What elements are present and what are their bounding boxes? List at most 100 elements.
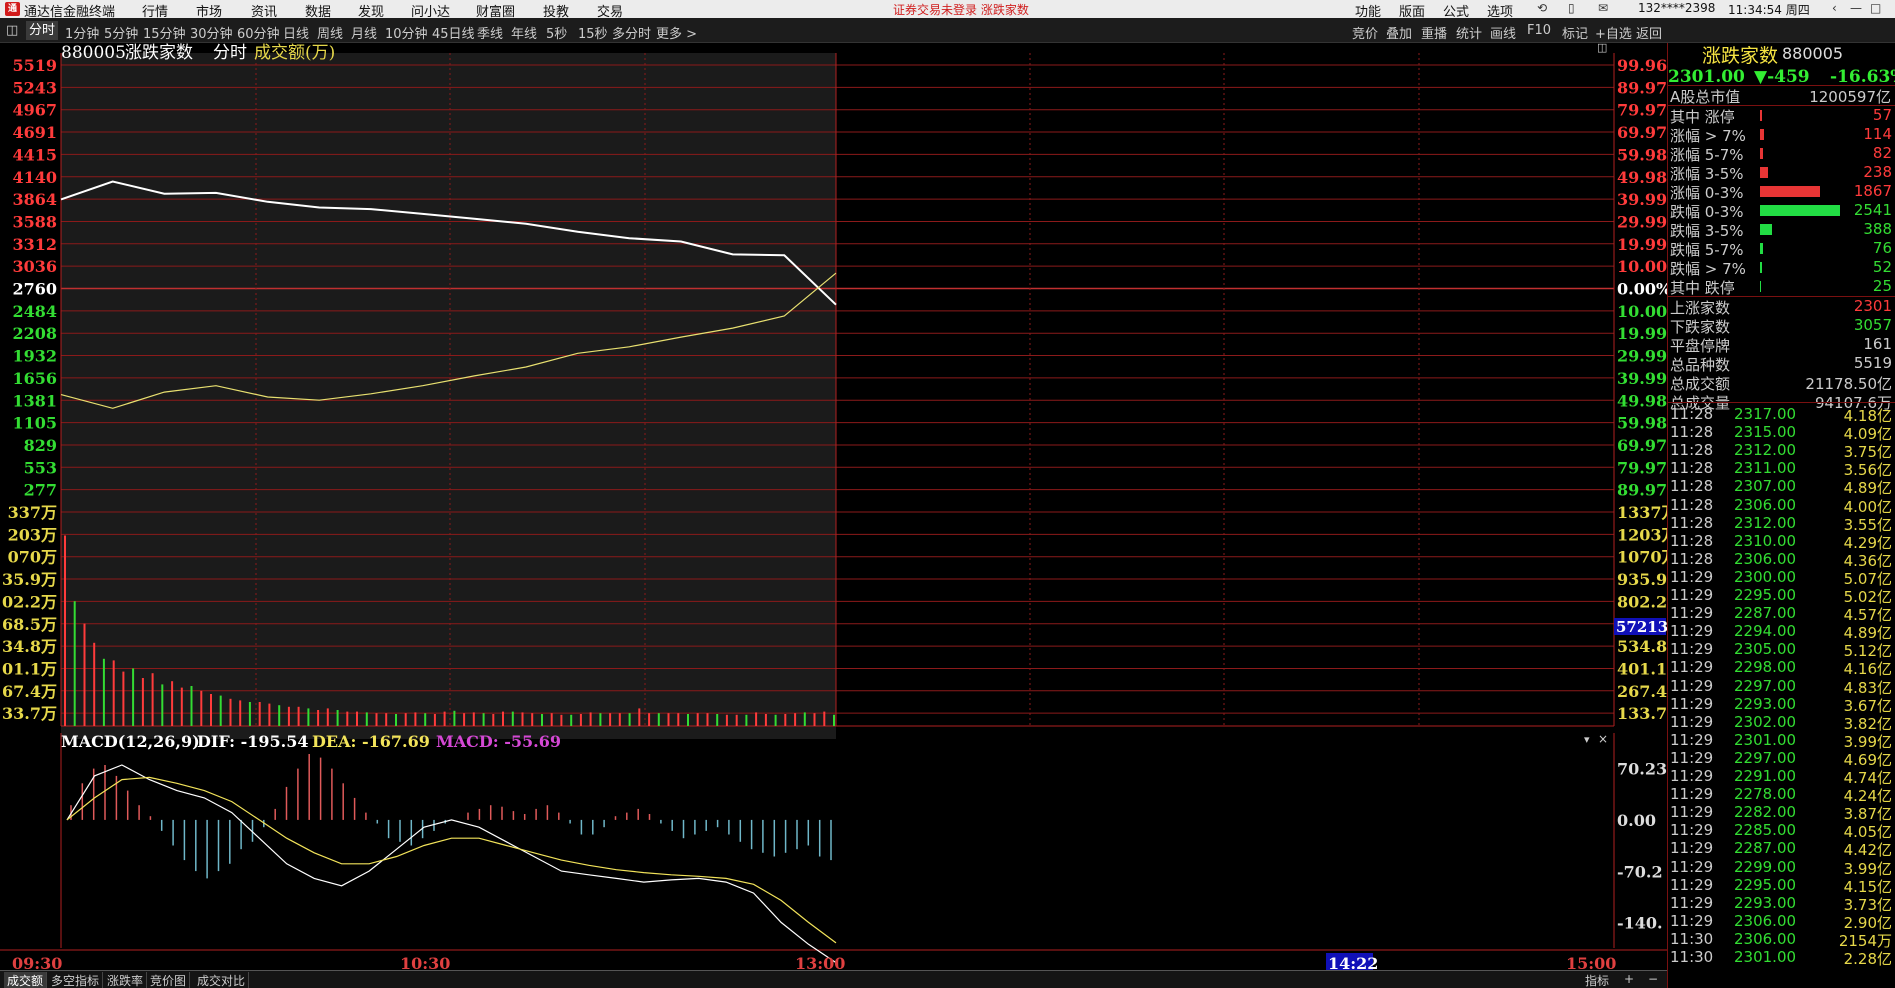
volume-cursor-value: 57213 (1616, 618, 1667, 636)
tick-price: 2297.00 (1734, 676, 1797, 695)
distribution-value: 2541 (1853, 201, 1892, 219)
volume-bar (784, 714, 787, 726)
panel-change: ▼-459 (1754, 67, 1810, 87)
tool-add-watchlist[interactable]: +自选 (1595, 23, 1632, 42)
tick-price: 2307.00 (1734, 477, 1797, 496)
sidebar-toggle-icon[interactable]: ◫ (6, 23, 18, 38)
volume-bar (833, 714, 835, 726)
volume-bar (190, 686, 193, 726)
macd-close-icon[interactable]: × (1598, 732, 1608, 746)
volume-axis-right-label: 534.8 (1617, 637, 1667, 656)
price-axis-left-label: 1932 (12, 347, 57, 366)
volume-bar (112, 660, 115, 726)
period-1min[interactable]: 1分钟 (65, 23, 99, 42)
price-axis-right-label: 59.98 (1617, 414, 1667, 433)
tool-stats[interactable]: 统计 (1456, 23, 1482, 42)
price-axis-left-label: 4140 (12, 168, 57, 187)
volume-bar (482, 713, 485, 726)
tab-auction-chart[interactable]: 竞价图 (147, 972, 191, 988)
tick-row: 11:29 2302.00 3.82亿 (1668, 713, 1895, 733)
period-yearly[interactable]: 年线 (511, 23, 537, 42)
period-daily[interactable]: 日线 (283, 23, 309, 42)
macd-dropdown-icon[interactable]: ▾ (1584, 733, 1590, 746)
period-15min[interactable]: 15分钟 (143, 23, 186, 42)
tool-f10[interactable]: F10 (1527, 23, 1551, 38)
volume-bar (258, 702, 261, 726)
tool-return[interactable]: 返回 (1636, 23, 1662, 42)
period-60min[interactable]: 60分钟 (237, 23, 280, 42)
tick-row: 11:28 2310.00 4.29亿 (1668, 531, 1895, 552)
tab-turnover-compare[interactable]: 成交对比 (194, 972, 250, 988)
refresh-icon[interactable]: ⟲ (1537, 1, 1547, 15)
tick-price: 2310.00 (1734, 531, 1797, 550)
indicator-button[interactable]: 指标 (1585, 972, 1609, 988)
tick-time: 11:28 (1670, 423, 1714, 442)
panel-price: 2301.00 (1668, 67, 1745, 87)
tick-price: 2306.00 (1734, 911, 1797, 930)
tick-price: 2294.00 (1734, 622, 1797, 641)
zoom-out-button[interactable]: − (1648, 972, 1658, 986)
minimize-icon[interactable]: — (1850, 1, 1862, 15)
mail-icon[interactable]: ✉ (1598, 1, 1608, 15)
distribution-row: 涨幅 0-3% 1867 (1668, 182, 1895, 202)
period-monthly[interactable]: 月线 (351, 23, 377, 42)
chart-menu-icon[interactable]: ◫ (1597, 43, 1607, 54)
tick-price: 2293.00 (1734, 893, 1797, 912)
period-45day[interactable]: 45日线 (432, 23, 475, 42)
tick-time: 11:29 (1670, 676, 1714, 695)
intraday-chart[interactable]: 5519 5243 4967 4691 4415 4140 3864 3588 3312 3036… (0, 43, 1667, 988)
period-weekly[interactable]: 周线 (317, 23, 343, 42)
period-15sec[interactable]: 15秒 (578, 23, 608, 42)
period-10min[interactable]: 10分钟 (385, 23, 428, 42)
period-intraday[interactable]: 分时 (26, 21, 59, 40)
tab-turnover[interactable]: 成交额 (4, 972, 48, 988)
volume-bar (706, 713, 709, 726)
period-5sec[interactable]: 5秒 (546, 23, 567, 42)
stats-value: 3057 (1853, 316, 1892, 334)
tick-row: 11:28 2312.00 3.55亿 (1668, 514, 1895, 534)
price-axis-right-label: 10.00 (1617, 257, 1667, 276)
period-30min[interactable]: 30分钟 (190, 23, 233, 42)
volume-bar (472, 712, 475, 726)
phone-icon[interactable]: ▯ (1568, 1, 1575, 15)
tick-row: 11:29 2295.00 4.15亿 (1668, 876, 1895, 896)
period-5min[interactable]: 5分钟 (104, 23, 138, 42)
maximize-icon[interactable]: □ (1870, 1, 1881, 15)
market-cap-label: A股总市值 (1670, 88, 1741, 106)
tick-row: 11:29 2293.00 3.73亿 (1668, 893, 1895, 914)
volume-axis-left-label: 35.9万 (2, 570, 57, 589)
zoom-in-button[interactable]: + (1624, 972, 1634, 986)
tick-price: 2315.00 (1734, 423, 1797, 442)
volume-bar (385, 713, 388, 726)
period-more[interactable]: 更多 > (656, 23, 697, 42)
volume-bar (346, 711, 349, 726)
tick-price: 2297.00 (1734, 748, 1797, 767)
panel-code: 880005 (1782, 44, 1844, 63)
tool-overlay[interactable]: 叠加 (1386, 23, 1412, 42)
volume-bar (395, 714, 397, 726)
tab-up-down-ratio[interactable]: 涨跌率 (104, 972, 148, 988)
distribution-label: 其中 涨停 (1670, 108, 1735, 126)
tick-row: 11:29 2298.00 4.16亿 (1668, 658, 1895, 678)
period-quarterly[interactable]: 季线 (477, 23, 503, 42)
volume-bar (667, 713, 670, 726)
tick-row: 11:28 2312.00 3.75亿 (1668, 441, 1895, 461)
tick-price: 2306.00 (1734, 549, 1797, 568)
tick-time: 11:28 (1670, 495, 1714, 514)
tool-mark[interactable]: 标记 (1562, 23, 1588, 42)
volume-bar (375, 713, 378, 726)
back-icon[interactable]: ‹ (1832, 1, 1837, 15)
volume-bar (628, 713, 631, 726)
tool-auction[interactable]: 竞价 (1352, 23, 1378, 42)
distribution-row: 涨幅 > 7% 114 (1668, 125, 1895, 145)
tick-price: 2306.00 (1734, 495, 1797, 514)
period-multi-intraday[interactable]: 多分时 (612, 23, 651, 42)
volume-axis-left-label: 203万 (8, 525, 57, 544)
volume-bar (93, 642, 96, 726)
tool-replay[interactable]: 重播 (1421, 23, 1447, 42)
volume-axis-left-label: 67.4万 (2, 682, 57, 701)
volume-bar (180, 687, 183, 726)
tab-long-short[interactable]: 多空指标 (48, 972, 104, 988)
stats-row: 总成交额 21178.50亿 (1668, 373, 1895, 393)
tool-draw[interactable]: 画线 (1490, 23, 1516, 42)
